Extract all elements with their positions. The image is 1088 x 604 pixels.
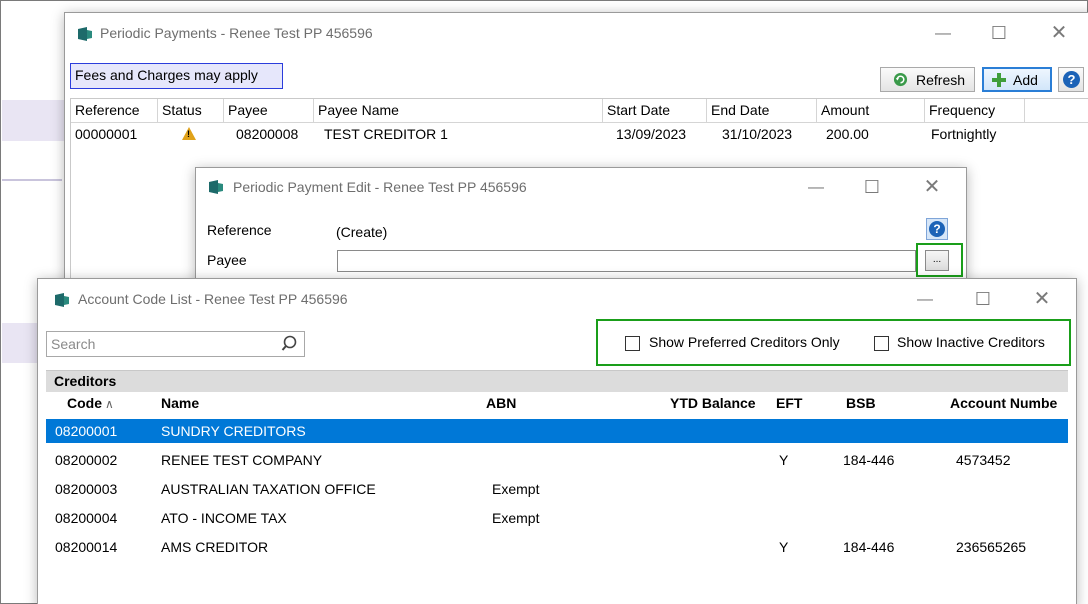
maximize-icon[interactable]: ☐ <box>971 290 995 308</box>
reference-value: (Create) <box>336 224 388 240</box>
cell-eft: Y <box>779 539 789 555</box>
payee-field[interactable] <box>337 250 916 272</box>
list-item-selected[interactable]: 08200001 SUNDRY CREDITORS <box>46 419 1068 443</box>
column-header-name[interactable]: Name <box>161 393 199 413</box>
column-header-filler <box>1025 99 1088 123</box>
payee-label: Payee <box>207 252 247 268</box>
help-button[interactable]: ? <box>1058 67 1084 92</box>
fees-notice: Fees and Charges may apply <box>70 63 283 89</box>
highlight-box <box>916 243 963 277</box>
title-bar: Account Code List - Renee Test PP 456596… <box>38 279 1076 319</box>
code-header-label: Code <box>67 395 102 411</box>
column-header-code[interactable]: Code ∧ <box>67 393 114 413</box>
app-icon <box>78 27 92 41</box>
cell-amount: 200.00 <box>826 126 869 142</box>
app-icon <box>55 293 69 307</box>
background-divider <box>2 179 62 181</box>
maximize-icon[interactable]: ☐ <box>987 24 1011 42</box>
column-header-amount[interactable]: Amount <box>817 99 925 123</box>
column-header-payee-name[interactable]: Payee Name <box>314 99 603 123</box>
column-header-status[interactable]: Status <box>158 99 224 123</box>
help-button[interactable]: ? <box>926 218 948 240</box>
cell-code: 08200014 <box>55 539 118 555</box>
show-inactive-checkbox[interactable] <box>874 336 889 351</box>
cell-reference: 00000001 <box>75 126 138 142</box>
column-header-bsb[interactable]: BSB <box>846 393 876 413</box>
column-header-frequency[interactable]: Frequency <box>925 99 1025 123</box>
show-preferred-label[interactable]: Show Preferred Creditors Only <box>649 334 840 350</box>
search-icon[interactable] <box>281 334 301 354</box>
account-code-list-window: Account Code List - Renee Test PP 456596… <box>37 278 1077 604</box>
cell-name: SUNDRY CREDITORS <box>161 423 306 439</box>
list-item[interactable]: 08200002 RENEE TEST COMPANY Y 184-446 45… <box>46 448 1068 472</box>
list-item[interactable]: 08200003 AUSTRALIAN TAXATION OFFICE Exem… <box>46 477 1068 501</box>
maximize-icon[interactable]: ☐ <box>860 178 884 196</box>
sort-ascending-icon: ∧ <box>105 397 114 411</box>
list-item[interactable]: 08200004 ATO - INCOME TAX Exempt <box>46 506 1068 530</box>
column-header-end-date[interactable]: End Date <box>707 99 817 123</box>
title-bar: Periodic Payment Edit - Renee Test PP 45… <box>196 168 966 208</box>
reference-label: Reference <box>207 222 272 238</box>
close-icon[interactable]: ✕ <box>1047 23 1071 43</box>
show-preferred-checkbox[interactable] <box>625 336 640 351</box>
cell-bsb: 184-446 <box>843 539 895 555</box>
cell-eft: Y <box>779 452 789 468</box>
cell-abn: Exempt <box>492 510 540 526</box>
column-header-ytd-balance[interactable]: YTD Balance <box>670 393 756 413</box>
add-button[interactable]: Add <box>982 67 1052 92</box>
cell-name: AUSTRALIAN TAXATION OFFICE <box>161 481 376 497</box>
search-input[interactable] <box>47 332 272 356</box>
cell-code: 08200002 <box>55 452 118 468</box>
window-title: Account Code List - Renee Test PP 456596 <box>78 291 348 307</box>
cell-account-number: 4573452 <box>956 452 1011 468</box>
cell-name: AMS CREDITOR <box>161 539 269 555</box>
cell-account-number: 236565265 <box>956 539 1027 555</box>
cell-name: ATO - INCOME TAX <box>161 510 287 526</box>
cell-frequency: Fortnightly <box>931 126 997 142</box>
show-inactive-label[interactable]: Show Inactive Creditors <box>897 334 1045 350</box>
warning-icon-mark: ! <box>187 129 190 139</box>
minimize-icon[interactable]: — <box>913 292 937 308</box>
help-icon: ? <box>929 221 945 237</box>
refresh-label: Refresh <box>916 72 966 88</box>
add-label: Add <box>1013 72 1038 88</box>
cell-code: 08200003 <box>55 481 118 497</box>
cell-payee: 08200008 <box>236 126 299 142</box>
column-header-abn[interactable]: ABN <box>486 393 516 413</box>
column-header-account-number[interactable]: Account Numbe <box>950 393 1057 413</box>
cell-code: 08200004 <box>55 510 118 526</box>
app-icon <box>209 180 223 194</box>
payment-edit-window: Periodic Payment Edit - Renee Test PP 45… <box>195 167 967 287</box>
plus-icon <box>992 73 1006 87</box>
close-icon[interactable]: ✕ <box>920 177 944 197</box>
search-box <box>46 331 305 357</box>
window-title: Periodic Payments - Renee Test PP 456596 <box>100 25 373 41</box>
cell-name: RENEE TEST COMPANY <box>161 452 323 468</box>
minimize-icon[interactable]: — <box>804 180 828 196</box>
column-header-payee[interactable]: Payee <box>224 99 314 123</box>
minimize-icon[interactable]: — <box>931 26 955 42</box>
column-header-start-date[interactable]: Start Date <box>603 99 707 123</box>
cell-code: 08200001 <box>55 423 118 439</box>
cell-payee-name: TEST CREDITOR 1 <box>324 126 448 142</box>
cell-start-date: 13/09/2023 <box>616 126 687 142</box>
background-band <box>2 100 64 141</box>
list-item[interactable]: 08200014 AMS CREDITOR Y 184-446 23656526… <box>46 535 1068 559</box>
title-bar: Periodic Payments - Renee Test PP 456596… <box>65 13 1088 53</box>
window-title: Periodic Payment Edit - Renee Test PP 45… <box>233 179 527 195</box>
help-icon: ? <box>1063 71 1080 88</box>
cell-bsb: 184-446 <box>843 452 895 468</box>
refresh-button[interactable]: Refresh <box>880 67 975 92</box>
section-header: Creditors <box>46 370 1068 392</box>
close-icon[interactable]: ✕ <box>1030 289 1054 309</box>
cell-abn: Exempt <box>492 481 540 497</box>
cell-end-date: 31/10/2023 <box>722 126 793 142</box>
column-header-reference[interactable]: Reference <box>71 99 158 123</box>
refresh-icon <box>893 72 908 87</box>
column-header-eft[interactable]: EFT <box>776 393 802 413</box>
